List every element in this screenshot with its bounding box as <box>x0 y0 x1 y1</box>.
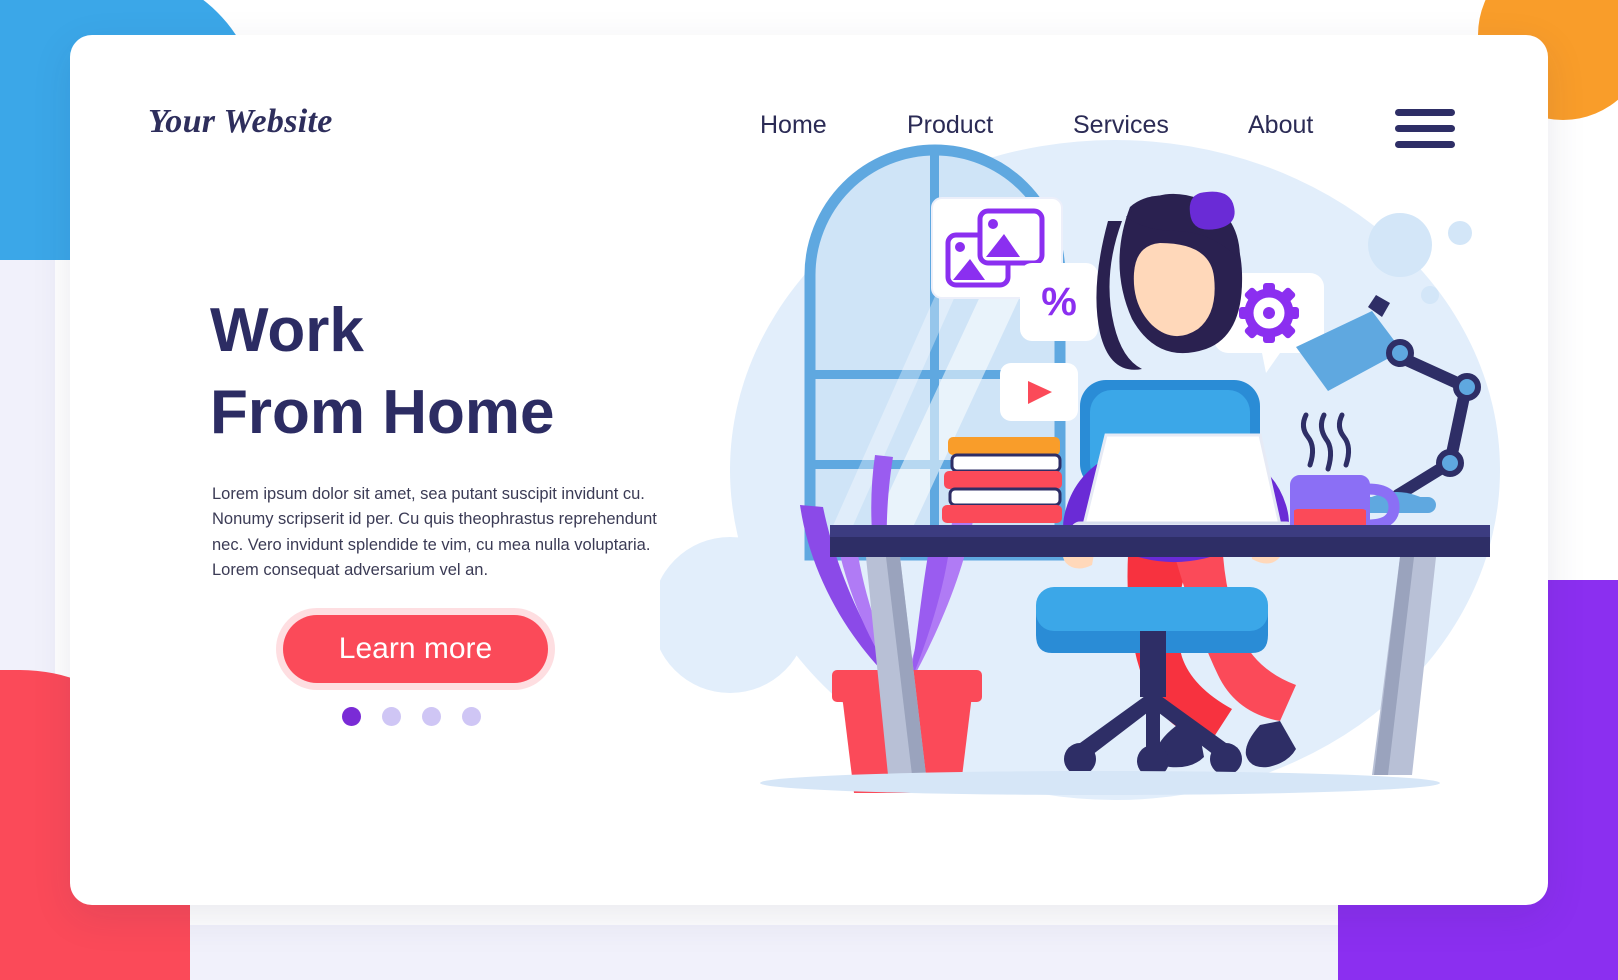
play-icon <box>1000 363 1078 421</box>
page-title-line-1: Work <box>210 296 364 365</box>
carousel-dots <box>342 707 481 726</box>
percent-badge: % <box>1020 263 1098 341</box>
page-title: Work From Home <box>210 290 554 455</box>
carousel-dot-3[interactable] <box>422 707 441 726</box>
carousel-dot-1[interactable] <box>342 707 361 726</box>
learn-more-button[interactable]: Learn more <box>283 615 548 683</box>
carousel-dot-2[interactable] <box>382 707 401 726</box>
page-title-line-2: From Home <box>210 378 555 448</box>
hamburger-bar <box>1395 109 1455 116</box>
hero-paragraph: Lorem ipsum dolor sit amet, sea putant s… <box>212 484 657 580</box>
hero-illustration: % <box>660 125 1540 855</box>
site-logo[interactable]: Your Website <box>148 103 333 141</box>
svg-text:%: % <box>1041 280 1077 324</box>
landing-page-card: Your Website Home Product Services About… <box>70 35 1548 905</box>
laptop <box>1070 433 1296 541</box>
carousel-dot-4[interactable] <box>462 707 481 726</box>
book-stack <box>942 437 1062 523</box>
